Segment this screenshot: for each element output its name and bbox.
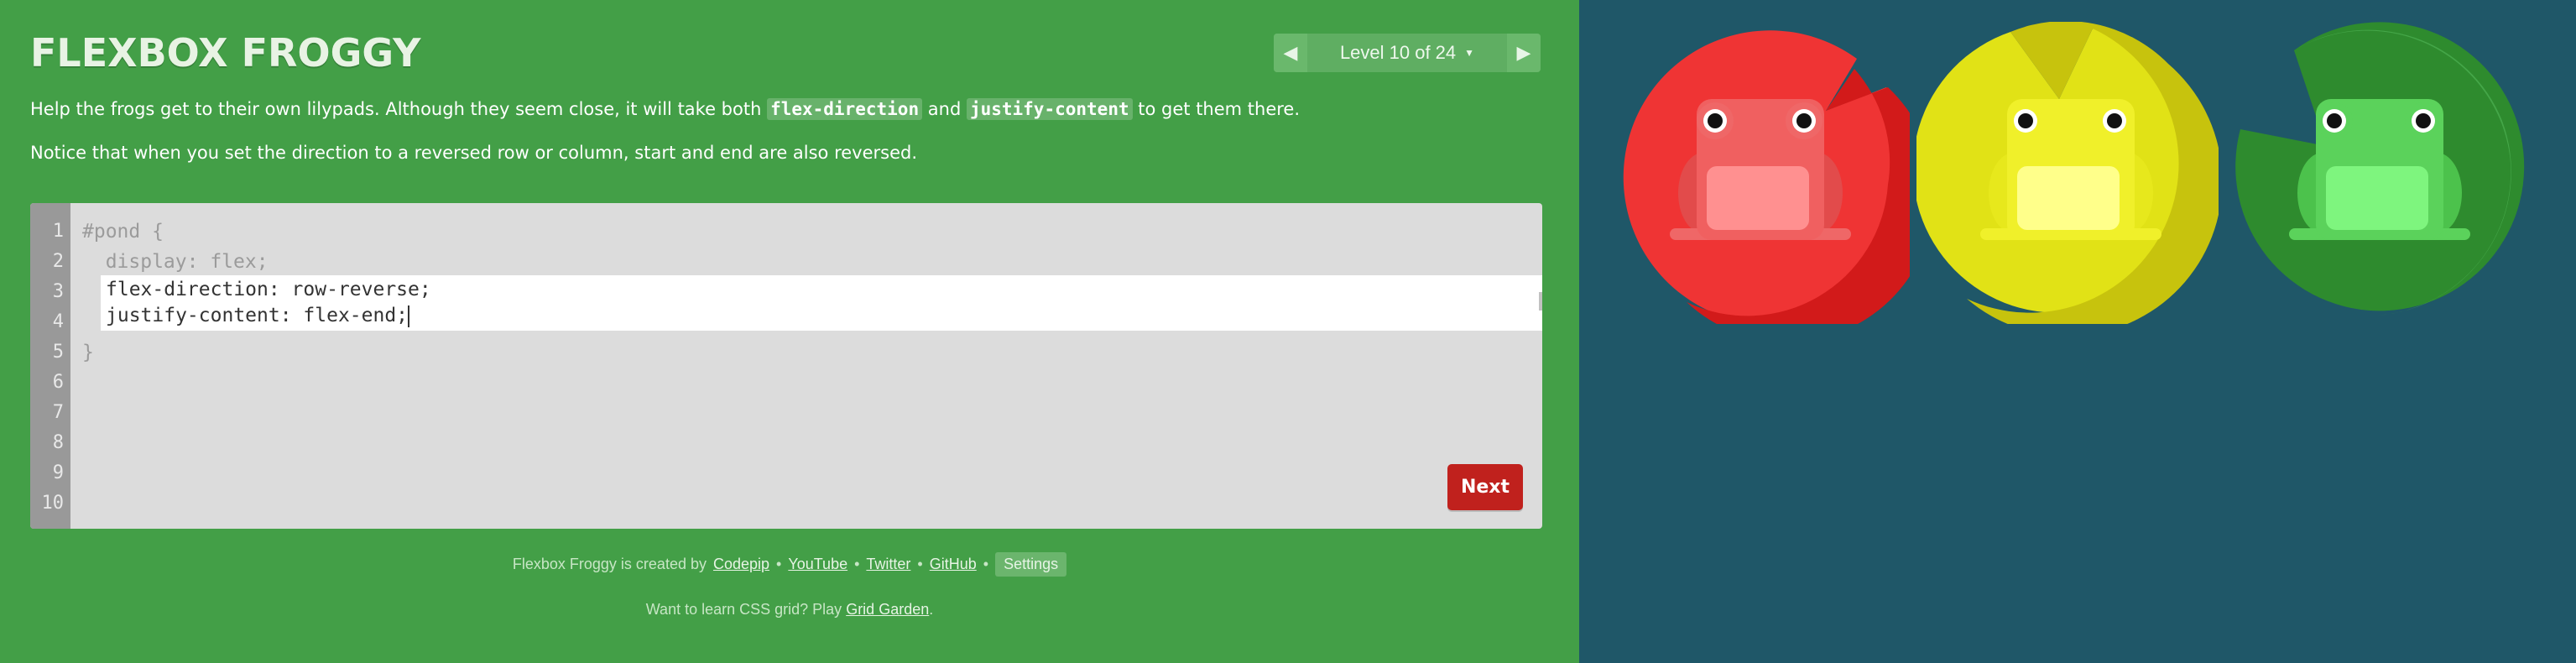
next-level-button[interactable]: ▶ bbox=[1507, 34, 1541, 72]
level-label: Level 10 of 24 bbox=[1339, 42, 1457, 63]
line-number: 10 bbox=[41, 493, 65, 514]
separator: • bbox=[854, 556, 860, 572]
keyword-flex-direction: flex-direction bbox=[767, 98, 923, 120]
promo-text: . bbox=[929, 601, 934, 618]
triangle-right-icon: ▶ bbox=[1516, 42, 1531, 63]
line-number: 9 bbox=[52, 462, 64, 483]
next-button[interactable]: Next bbox=[1447, 464, 1523, 510]
instruction-text: and bbox=[922, 99, 967, 119]
promo-text: Want to learn CSS grid? Play bbox=[645, 601, 847, 618]
frog-icon bbox=[1980, 99, 2161, 240]
line-number: 1 bbox=[52, 221, 64, 242]
instructions-paragraph-2: Notice that when you set the direction t… bbox=[30, 143, 918, 163]
instruction-text: to get them there. bbox=[1132, 99, 1301, 119]
separator: • bbox=[917, 556, 923, 572]
line-number-gutter: 1 2 3 4 5 6 7 8 9 10 bbox=[30, 203, 70, 529]
line-number: 3 bbox=[52, 281, 64, 302]
text-cursor bbox=[408, 305, 410, 327]
scroll-thumb[interactable] bbox=[1539, 292, 1542, 311]
instruction-text: Help the frogs get to their own lilypads… bbox=[30, 99, 768, 119]
code-editor: 1 2 3 4 5 6 7 8 9 10 #pond { display: fl… bbox=[30, 203, 1542, 529]
line-number: 5 bbox=[52, 342, 64, 363]
previous-level-button[interactable]: ◀ bbox=[1274, 34, 1307, 72]
sidebar: FLEXBOX FROGGY ◀ Level 10 of 24 ▼ ▶ Help… bbox=[0, 0, 1579, 663]
code-line-1: #pond { bbox=[82, 221, 164, 243]
credits-text: Flexbox Froggy is created by bbox=[512, 556, 707, 572]
scroll-down-icon[interactable]: ▼ bbox=[1537, 319, 1542, 331]
credits: Flexbox Froggy is created by Codepip • Y… bbox=[0, 552, 1579, 577]
line-number: 8 bbox=[52, 432, 64, 453]
pond bbox=[1579, 0, 2576, 663]
triangle-left-icon: ◀ bbox=[1283, 42, 1298, 63]
frog-icon bbox=[2289, 99, 2470, 240]
grid-garden-link[interactable]: Grid Garden bbox=[846, 601, 929, 618]
css-input-textarea[interactable]: flex-direction: row-reverse; justify-con… bbox=[101, 275, 1542, 331]
scroll-up-icon[interactable]: ▲ bbox=[1537, 275, 1542, 287]
level-indicator-dropdown[interactable]: Level 10 of 24 ▼ bbox=[1307, 34, 1507, 72]
settings-button[interactable]: Settings bbox=[995, 552, 1067, 577]
level-navigation: ◀ Level 10 of 24 ▼ ▶ bbox=[1274, 34, 1541, 72]
line-number: 4 bbox=[52, 311, 64, 332]
codepip-link[interactable]: Codepip bbox=[713, 556, 769, 573]
separator: • bbox=[776, 556, 782, 572]
frog-icon bbox=[1670, 99, 1851, 240]
github-link[interactable]: GitHub bbox=[930, 556, 977, 573]
separator: • bbox=[983, 556, 989, 572]
instructions-paragraph-1: Help the frogs get to their own lilypads… bbox=[30, 96, 1532, 123]
twitter-link[interactable]: Twitter bbox=[866, 556, 910, 573]
grid-garden-promo: Want to learn CSS grid? Play Grid Garden… bbox=[0, 601, 1579, 619]
youtube-link[interactable]: YouTube bbox=[788, 556, 847, 573]
input-line-2: justify-content: flex-end; bbox=[106, 305, 410, 327]
code-line-2: display: flex; bbox=[82, 251, 269, 273]
line-number: 2 bbox=[52, 251, 64, 272]
editor-scrollbar[interactable]: ▲ ▼ bbox=[1537, 275, 1542, 331]
line-number: 7 bbox=[52, 402, 64, 423]
code-line-5: } bbox=[82, 342, 94, 363]
keyword-justify-content: justify-content bbox=[966, 98, 1133, 120]
line-number: 6 bbox=[52, 372, 64, 393]
input-line-1: flex-direction: row-reverse; bbox=[106, 279, 431, 300]
app-title: FLEXBOX FROGGY bbox=[30, 30, 421, 76]
chevron-down-icon: ▼ bbox=[1464, 47, 1475, 59]
